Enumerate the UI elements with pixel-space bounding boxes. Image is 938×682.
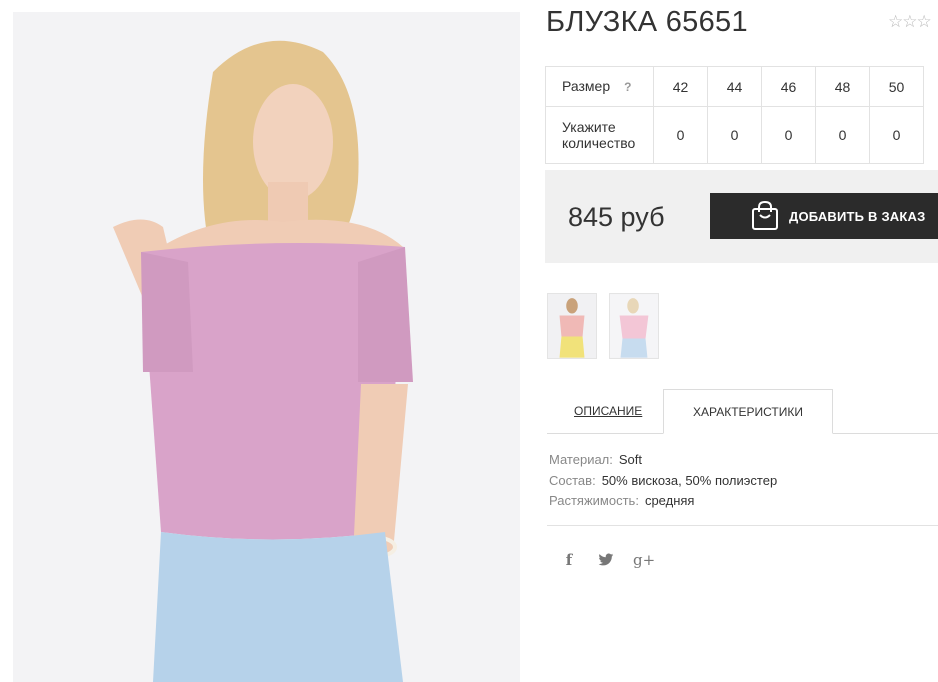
characteristic-row: Материал: Soft xyxy=(549,451,777,472)
characteristic-row: Растяжимость: средняя xyxy=(549,492,777,513)
tab-characteristics[interactable]: ХАРАКТЕРИСТИКИ xyxy=(663,389,833,434)
size-cell-48: 48 xyxy=(815,66,870,107)
product-title: БЛУЗКА 65651 xyxy=(546,6,748,38)
googleplus-icon[interactable]: g+ xyxy=(633,550,655,570)
size-cell-44: 44 xyxy=(707,66,762,107)
tab-description[interactable]: ОПИСАНИЕ xyxy=(574,389,642,434)
quantity-input-46[interactable]: 0 xyxy=(761,106,816,164)
quantity-row: Укажите количество 0 0 0 0 0 xyxy=(545,106,924,164)
size-cell-42: 42 xyxy=(653,66,708,107)
size-row: Размер? 42 44 46 48 50 xyxy=(545,66,924,107)
add-to-order-button[interactable]: ДОБАВИТЬ В ЗАКАЗ xyxy=(710,193,938,239)
characteristic-value: Soft xyxy=(618,452,643,467)
thumbnail-1[interactable] xyxy=(547,293,597,359)
rating-stars[interactable]: ☆☆☆ xyxy=(888,12,932,32)
product-tabs: ОПИСАНИЕ ХАРАКТЕРИСТИКИ xyxy=(547,389,938,434)
quantity-input-50[interactable]: 0 xyxy=(869,106,924,164)
product-main-image[interactable] xyxy=(13,12,520,682)
product-price: 845 руб xyxy=(568,202,665,232)
price-panel: 845 руб ДОБАВИТЬ В ЗАКАЗ xyxy=(545,170,938,263)
quantity-input-48[interactable]: 0 xyxy=(815,106,870,164)
thumbnail-2[interactable] xyxy=(609,293,659,359)
twitter-icon[interactable] xyxy=(596,550,616,570)
size-cell-50: 50 xyxy=(869,66,924,107)
thumbnail-2-image xyxy=(610,294,658,358)
characteristic-key: Материал: xyxy=(549,452,613,467)
size-help-icon[interactable]: ? xyxy=(624,80,631,94)
size-label: Размер xyxy=(562,78,611,94)
quantity-label: Укажите количество xyxy=(545,106,654,164)
twitter-bird-glyph xyxy=(598,553,614,566)
characteristic-key: Растяжимость: xyxy=(549,493,639,508)
characteristic-row: Состав: 50% вискоза, 50% полиэстер xyxy=(549,472,777,493)
divider xyxy=(547,525,938,526)
quantity-input-44[interactable]: 0 xyxy=(707,106,762,164)
quantity-input-42[interactable]: 0 xyxy=(653,106,708,164)
characteristic-value: средняя xyxy=(644,493,695,508)
size-label-cell: Размер? xyxy=(545,66,654,107)
thumbnail-1-image xyxy=(548,294,596,358)
add-to-order-label: ДОБАВИТЬ В ЗАКАЗ xyxy=(789,208,926,224)
characteristics-list: Материал: Soft Состав: 50% вискоза, 50% по… xyxy=(549,451,777,513)
size-quantity-table: Размер? 42 44 46 48 50 Укажите количеств… xyxy=(545,66,924,164)
model-illustration xyxy=(13,12,520,682)
shopping-bag-icon xyxy=(752,201,778,230)
size-cell-46: 46 xyxy=(761,66,816,107)
facebook-icon[interactable]: f xyxy=(559,550,579,570)
characteristic-value: 50% вискоза, 50% полиэстер xyxy=(601,472,778,488)
characteristic-key: Состав: xyxy=(549,472,596,488)
